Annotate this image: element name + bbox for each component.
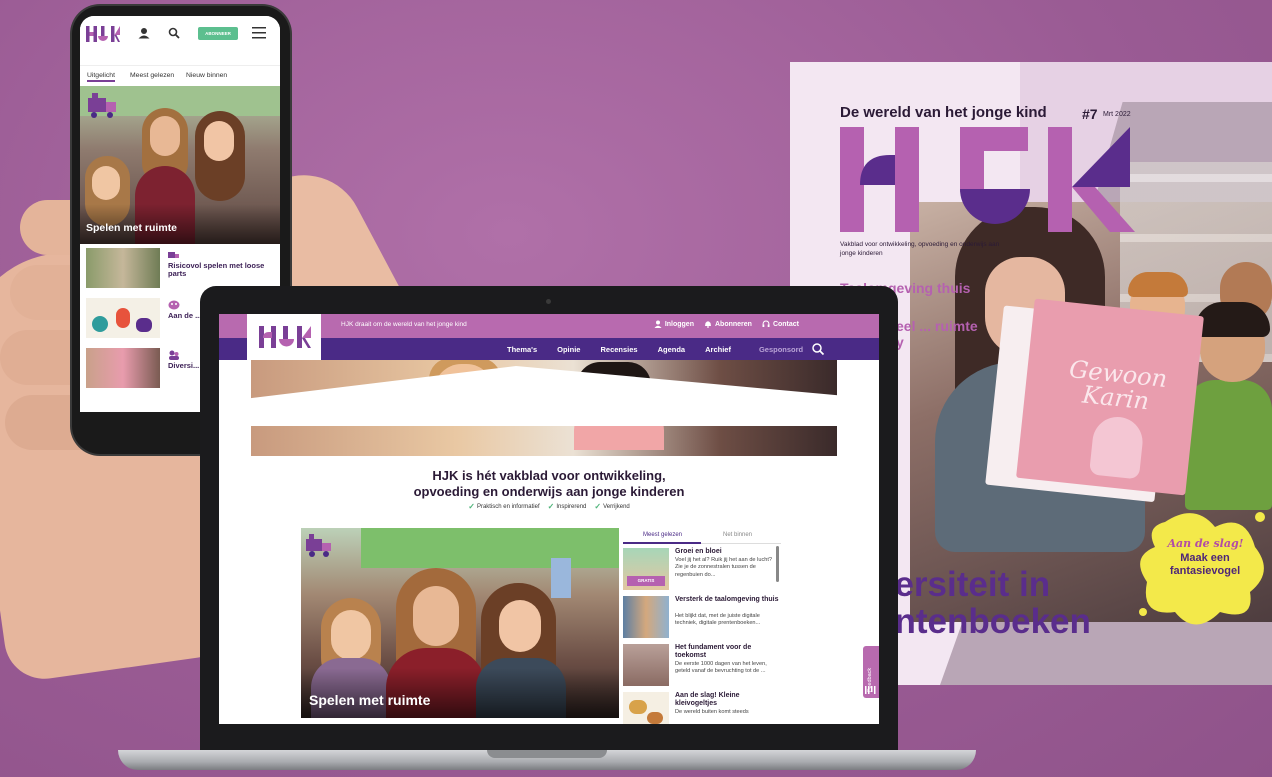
subscribe-button[interactable]: ABONNEER bbox=[198, 27, 238, 40]
list-item[interactable]: Het fundament voor de toekomst De eerste… bbox=[623, 644, 781, 690]
article-excerpt: De eerste 1000 dagen van het leven, gete… bbox=[675, 661, 767, 675]
page-headline: HJK is hét vakblad voor ontwikkeling, op… bbox=[219, 468, 879, 501]
tab-meest-gelezen[interactable]: Meest gelezen bbox=[130, 72, 174, 79]
search-icon[interactable] bbox=[165, 24, 183, 42]
splash-line: Aan de slag! bbox=[1167, 537, 1244, 550]
search-icon[interactable] bbox=[811, 342, 825, 356]
subscribe-link[interactable]: Abonneren bbox=[704, 320, 752, 328]
hjk-logo bbox=[865, 686, 876, 694]
article-title[interactable]: Risicovol spelen met loose parts bbox=[168, 261, 278, 279]
cover-kid-hair bbox=[1128, 272, 1188, 297]
article-thumbnail bbox=[623, 644, 669, 686]
article-thumbnail: GRATIS bbox=[623, 548, 669, 590]
check-icon: ✓ bbox=[547, 502, 555, 511]
check-icon: ✓ bbox=[468, 502, 475, 511]
headset-icon bbox=[762, 320, 770, 327]
article-thumbnail bbox=[86, 298, 160, 338]
phone-tabs: Uitgelicht Meest gelezen Nieuw binnen bbox=[80, 70, 280, 84]
usp-item: ✓ Praktisch en informatief bbox=[468, 502, 540, 511]
article-title[interactable]: Aan de slag! Kleine kleivogeltjes bbox=[675, 692, 779, 707]
laptop-notch bbox=[487, 750, 607, 758]
usp-item: ✓ Verrijkend bbox=[594, 502, 630, 511]
article-excerpt: De wereld buiten komt steeds bbox=[675, 709, 749, 715]
list-item[interactable]: GRATIS Groei en bloei Voel jij het al? R… bbox=[623, 548, 781, 594]
contact-link[interactable]: Contact bbox=[762, 320, 799, 328]
article-title[interactable]: Het fundament voor de toekomst bbox=[675, 644, 779, 659]
hjk-logo[interactable] bbox=[259, 326, 311, 348]
list-item[interactable]: Aan de slag! Kleine kleivogeltjes De wer… bbox=[623, 692, 781, 724]
nav-item-themas[interactable]: Thema's bbox=[507, 345, 537, 354]
free-badge: GRATIS bbox=[627, 576, 665, 586]
nav-item-gesponsord[interactable]: Gesponsord bbox=[759, 345, 803, 354]
laptop-screen: HJK draait om de wereld van het jonge ki… bbox=[219, 314, 879, 724]
article-thumbnail bbox=[623, 692, 669, 724]
subscribe-label: Abonneren bbox=[714, 320, 752, 328]
user-icon[interactable] bbox=[135, 24, 153, 42]
article-excerpt: Het blijkt dat, met de juiste digitale t… bbox=[675, 613, 761, 627]
nav-item-archief[interactable]: Archief bbox=[705, 345, 731, 354]
nav-item-opinie[interactable]: Opinie bbox=[557, 345, 580, 354]
sidebar-tabs: Meest gelezen Net binnen bbox=[623, 530, 781, 544]
train-icon bbox=[168, 252, 179, 258]
nav-items: Thema's Opinie Recensies Agenda Archief … bbox=[507, 345, 803, 354]
cover-subtitle: Vakblad voor ontwikkeling, opvoeding en … bbox=[840, 241, 1000, 258]
usp-list: ✓ Praktisch en informatief ✓ Inspirerend ✓… bbox=[219, 502, 879, 511]
featured-article-image[interactable] bbox=[301, 528, 619, 718]
nav-item-recensies[interactable]: Recensies bbox=[600, 345, 637, 354]
hjk-logo[interactable] bbox=[86, 26, 120, 42]
tab-nieuw-binnen[interactable]: Nieuw binnen bbox=[186, 72, 227, 79]
top-links: Inloggen Abonneren Contact bbox=[654, 320, 799, 328]
article-title[interactable]: Versterk de taalomgeving thuis bbox=[675, 596, 779, 604]
nav-item-agenda[interactable]: Agenda bbox=[658, 345, 686, 354]
headline-line: HJK is hét vakblad voor ontwikkeling, bbox=[432, 468, 666, 483]
people-icon bbox=[169, 350, 179, 360]
cover-kid-body bbox=[1185, 380, 1272, 510]
tab-uitgelicht[interactable]: Uitgelicht bbox=[87, 72, 115, 82]
list-item[interactable]: Versterk de taalomgeving thuis Het blijk… bbox=[623, 596, 781, 642]
article-thumbnail bbox=[623, 596, 669, 638]
site-claim: HJK draait om de wereld van het jonge ki… bbox=[341, 321, 467, 328]
user-icon bbox=[654, 320, 662, 328]
hjk-logo bbox=[840, 127, 1135, 232]
usp-item: ✓ Inspirerend bbox=[547, 502, 587, 511]
article-thumbnail bbox=[86, 248, 160, 288]
phone-header: ABONNEER bbox=[80, 16, 280, 66]
cover-tagline: De wereld van het jonge kind bbox=[840, 104, 1047, 121]
headline-line: opvoeding en onderwijs aan jonge kindere… bbox=[413, 484, 685, 500]
tab-net-binnen[interactable]: Net binnen bbox=[723, 532, 752, 538]
check-icon: ✓ bbox=[594, 502, 602, 511]
featured-article-title[interactable]: Spelen met ruimte bbox=[309, 692, 430, 708]
article-title[interactable]: Groei en bloei bbox=[675, 548, 779, 556]
login-link[interactable]: Inloggen bbox=[654, 320, 694, 328]
laptop-camera bbox=[546, 299, 551, 304]
tab-meest-gelezen[interactable]: Meest gelezen bbox=[643, 532, 682, 538]
train-icon bbox=[88, 93, 116, 118]
scrollbar[interactable] bbox=[776, 546, 779, 582]
cover-issue-number: #7 bbox=[1082, 106, 1098, 122]
phone-hero-title[interactable]: Spelen met ruimte bbox=[86, 222, 177, 234]
palette-icon bbox=[168, 300, 180, 310]
cover-kid-hair bbox=[1195, 302, 1270, 337]
cover-issue-date: Mrt 2022 bbox=[1103, 111, 1131, 118]
bell-icon bbox=[704, 321, 711, 328]
article-excerpt: Voel jij het al? Ruik jij het aan de luc… bbox=[675, 557, 773, 578]
login-label: Inloggen bbox=[664, 320, 694, 328]
article-thumbnail bbox=[86, 348, 160, 388]
splash-line: Maak een fantasievogel bbox=[1169, 552, 1241, 578]
train-icon bbox=[306, 534, 331, 557]
hamburger-menu-icon[interactable] bbox=[250, 25, 268, 41]
contact-label: Contact bbox=[772, 320, 799, 328]
